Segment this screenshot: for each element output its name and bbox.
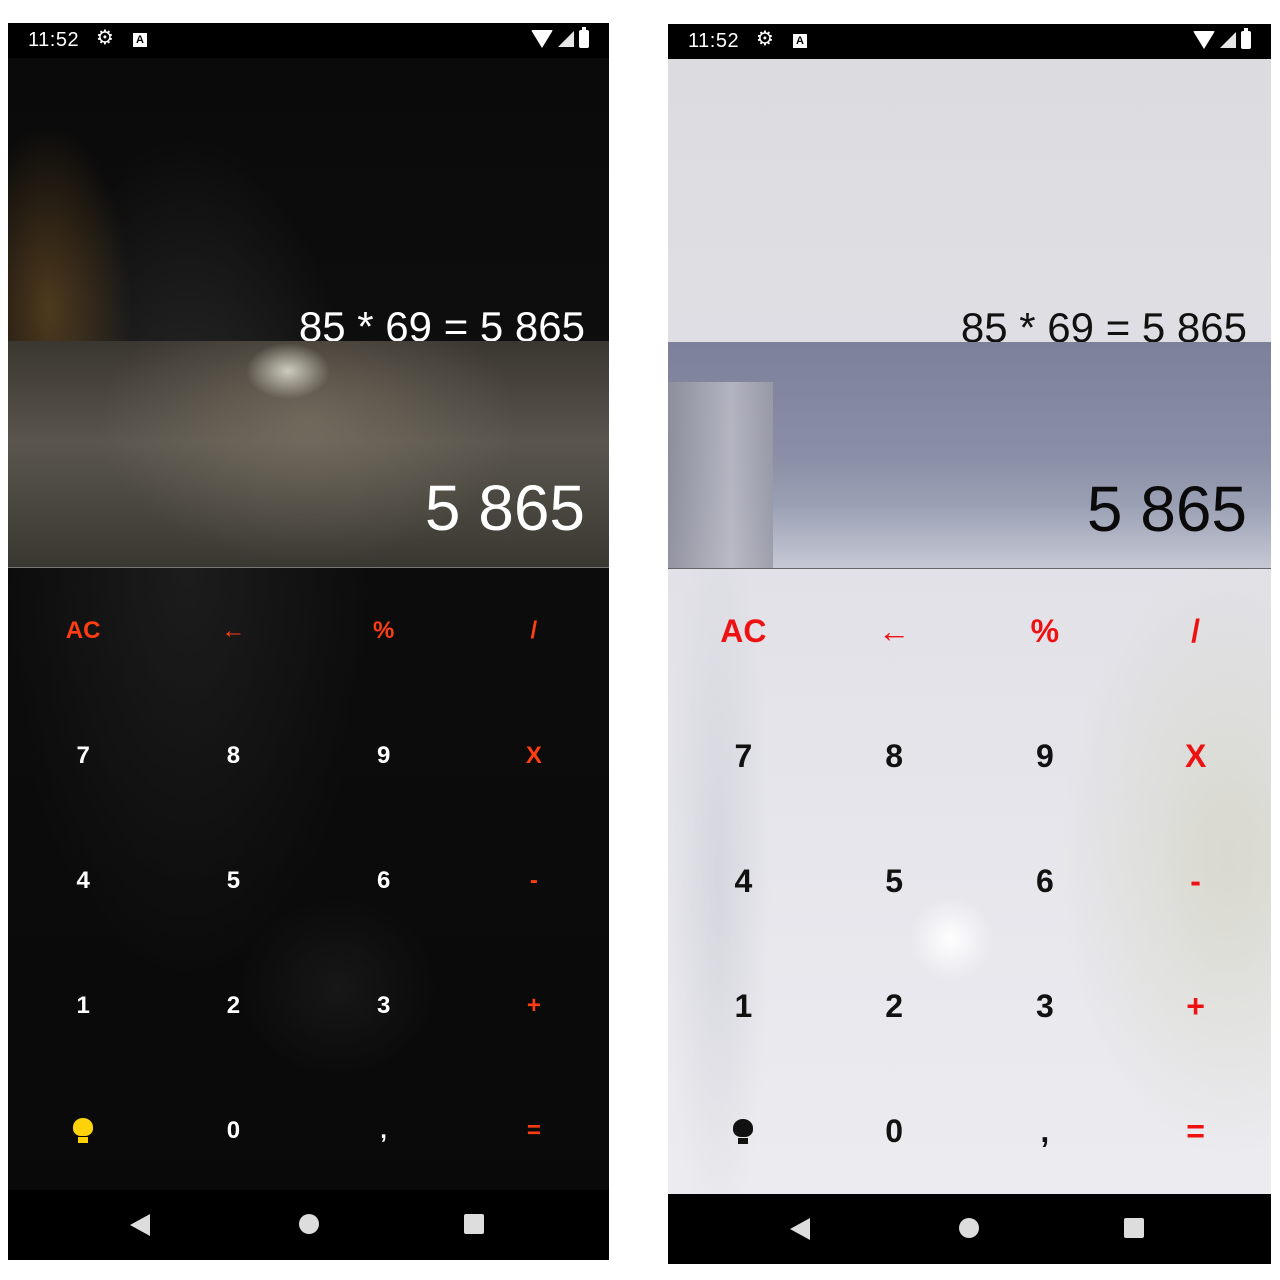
digit-6-button[interactable]: 6 <box>970 819 1121 944</box>
gear-icon: ⚙ <box>96 27 114 49</box>
digit-1-button[interactable]: 1 <box>668 944 819 1069</box>
clear-button[interactable]: AC <box>668 569 819 694</box>
backspace-button[interactable]: ← <box>158 568 308 693</box>
lightbulb-icon <box>72 1117 94 1144</box>
multiply-button[interactable]: X <box>1120 694 1271 819</box>
lightbulb-icon <box>732 1118 754 1145</box>
multiply-button[interactable]: X <box>459 693 609 818</box>
battery-icon <box>1241 28 1251 49</box>
divide-button[interactable]: / <box>459 568 609 693</box>
wifi-icon <box>1193 31 1215 49</box>
digit-4-button[interactable]: 4 <box>668 819 819 944</box>
divide-button[interactable]: / <box>1120 569 1271 694</box>
digit-9-button[interactable]: 9 <box>970 694 1121 819</box>
navigation-bar <box>668 1194 1271 1264</box>
status-bar: 11:52 ⚙ A <box>8 23 609 58</box>
backspace-button[interactable]: ← <box>819 569 970 694</box>
result-display: 5 865 <box>1086 473 1247 545</box>
clear-button[interactable]: AC <box>8 568 158 693</box>
calculator-screen: 85 * 69 = 5 865 5 865 AC ← % / 7 8 9 X 4… <box>668 59 1271 1194</box>
theme-toggle-button[interactable] <box>668 1069 819 1194</box>
result-panel: 5 865 <box>8 341 609 568</box>
digit-2-button[interactable]: 2 <box>158 943 308 1068</box>
digit-6-button[interactable]: 6 <box>309 818 459 943</box>
digit-3-button[interactable]: 3 <box>309 943 459 1068</box>
digit-0-button[interactable]: 0 <box>158 1068 308 1190</box>
battery-icon <box>579 27 589 48</box>
status-time: 11:52 <box>688 30 740 52</box>
digit-3-button[interactable]: 3 <box>970 944 1121 1069</box>
phone-light-theme: 11:52 ⚙ A 85 * 69 = 5 865 5 865 AC ← % /… <box>668 24 1271 1264</box>
decimal-comma-button[interactable]: , <box>970 1069 1121 1194</box>
digit-8-button[interactable]: 8 <box>158 693 308 818</box>
keyboard-a-icon: A <box>133 33 147 47</box>
keypad: AC ← % / 7 8 9 X 4 5 6 - 1 2 3 + 0 , = <box>668 569 1271 1194</box>
equals-button[interactable]: = <box>1120 1069 1271 1194</box>
recent-square-icon[interactable] <box>464 1214 484 1234</box>
minus-button[interactable]: - <box>1120 819 1271 944</box>
keyboard-a-icon: A <box>793 34 807 48</box>
digit-1-button[interactable]: 1 <box>8 943 158 1068</box>
decimal-comma-button[interactable]: , <box>309 1068 459 1190</box>
percent-button[interactable]: % <box>970 569 1121 694</box>
calculator-screen: 85 * 69 = 5 865 5 865 AC ← % / 7 8 9 X 4… <box>8 58 609 1190</box>
status-bar: 11:52 ⚙ A <box>668 24 1271 59</box>
equals-button[interactable]: = <box>459 1068 609 1190</box>
status-time: 11:52 <box>28 29 80 51</box>
signal-icon <box>558 31 574 47</box>
plus-button[interactable]: + <box>1120 944 1271 1069</box>
theme-toggle-button[interactable] <box>8 1068 158 1190</box>
minus-button[interactable]: - <box>459 818 609 943</box>
plus-button[interactable]: + <box>459 943 609 1068</box>
digit-5-button[interactable]: 5 <box>158 818 308 943</box>
digit-7-button[interactable]: 7 <box>8 693 158 818</box>
digit-9-button[interactable]: 9 <box>309 693 459 818</box>
back-triangle-icon[interactable] <box>790 1218 810 1240</box>
home-circle-icon[interactable] <box>299 1214 319 1234</box>
percent-button[interactable]: % <box>309 568 459 693</box>
home-circle-icon[interactable] <box>959 1218 979 1238</box>
digit-0-button[interactable]: 0 <box>819 1069 970 1194</box>
result-display: 5 865 <box>424 472 585 544</box>
keypad: AC ← % / 7 8 9 X 4 5 6 - 1 2 3 + 0 , = <box>8 568 609 1190</box>
phone-dark-theme: 11:52 ⚙ A 85 * 69 = 5 865 5 865 AC ← % /… <box>8 23 609 1260</box>
digit-2-button[interactable]: 2 <box>819 944 970 1069</box>
digit-7-button[interactable]: 7 <box>668 694 819 819</box>
result-panel: 5 865 <box>668 342 1271 569</box>
navigation-bar <box>8 1190 609 1260</box>
signal-icon <box>1220 32 1236 48</box>
back-triangle-icon[interactable] <box>130 1214 150 1236</box>
digit-4-button[interactable]: 4 <box>8 818 158 943</box>
wifi-icon <box>531 30 553 48</box>
recent-square-icon[interactable] <box>1124 1218 1144 1238</box>
gear-icon: ⚙ <box>756 28 774 50</box>
digit-5-button[interactable]: 5 <box>819 819 970 944</box>
digit-8-button[interactable]: 8 <box>819 694 970 819</box>
